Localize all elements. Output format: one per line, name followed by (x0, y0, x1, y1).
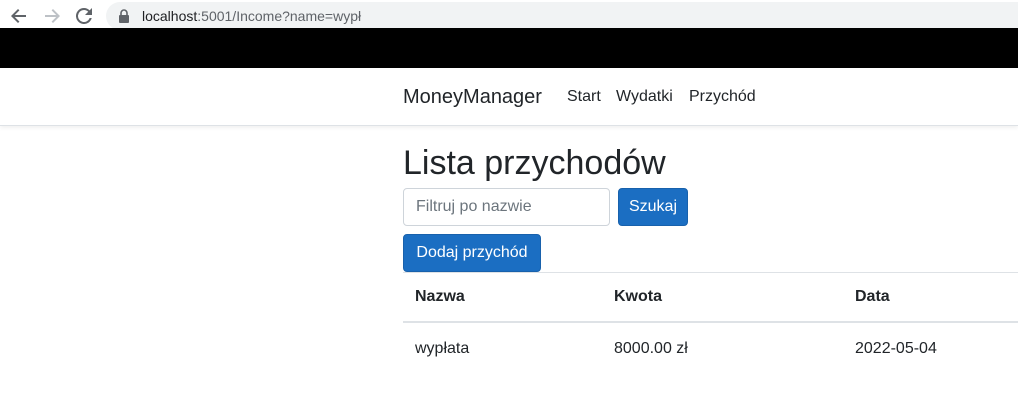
page-title: Lista przychodów (403, 144, 666, 182)
search-input[interactable] (403, 188, 610, 226)
header-data: Data (843, 272, 1018, 323)
income-table: Nazwa Kwota Data wypłata 8000.00 zł 2022… (403, 272, 1018, 376)
cell-nazwa: wypłata (415, 339, 470, 357)
app-navbar: MoneyManager Start Wydatki Przychód (0, 68, 1018, 126)
table-row: wypłata 8000.00 zł 2022-05-04 (403, 322, 1018, 376)
black-band (0, 28, 1018, 68)
header-nazwa: Nazwa (403, 272, 602, 323)
nav-link-przychod[interactable]: Przychód (689, 88, 756, 106)
back-arrow-icon[interactable] (9, 6, 29, 26)
add-income-button[interactable]: Dodaj przychód (403, 234, 541, 272)
address-bar[interactable]: localhost:5001/Income?name=wypł (106, 2, 1018, 30)
cell-kwota: 8000.00 zł (614, 339, 688, 357)
forward-arrow-icon[interactable] (42, 6, 62, 26)
cell-data: 2022-05-04 (855, 339, 937, 357)
search-button[interactable]: Szukaj (618, 188, 688, 226)
reload-icon[interactable] (74, 6, 94, 26)
nav-link-wydatki[interactable]: Wydatki (616, 88, 673, 106)
table-header-row: Nazwa Kwota Data (403, 272, 1018, 323)
lock-icon (118, 9, 132, 23)
brand-link[interactable]: MoneyManager (403, 86, 542, 108)
income-table-container: Nazwa Kwota Data wypłata 8000.00 zł 2022… (403, 272, 1018, 376)
header-kwota: Kwota (602, 272, 843, 323)
url-path: :5001/Income?name=wypł (197, 8, 362, 24)
url-host: localhost (142, 8, 198, 24)
nav-link-start[interactable]: Start (567, 88, 601, 106)
url-text: localhost:5001/Income?name=wypł (142, 9, 361, 23)
